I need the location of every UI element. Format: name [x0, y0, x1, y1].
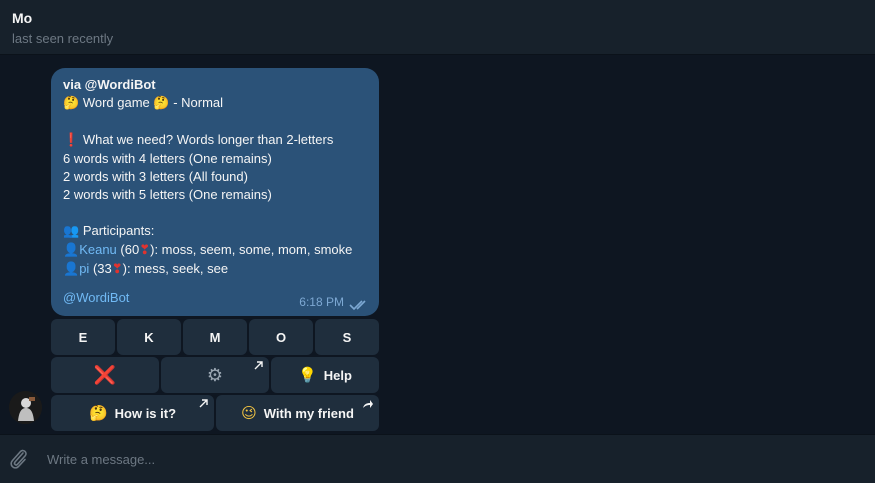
letter-key-s[interactable]: S: [315, 319, 379, 355]
participant-name-link[interactable]: pi: [79, 261, 89, 276]
how-is-it-button[interactable]: 🤔 How is it?: [51, 395, 214, 431]
bot-username-link[interactable]: @WordiBot: [63, 289, 129, 307]
settings-button[interactable]: ⚙: [161, 357, 269, 393]
letter-key-e[interactable]: E: [51, 319, 115, 355]
participants-icon: 👥: [63, 224, 80, 239]
letter-key-k[interactable]: K: [117, 319, 181, 355]
with-my-friend-label: With my friend: [263, 405, 354, 421]
thinking-face-icon: 🤔: [153, 96, 170, 111]
message-input[interactable]: [47, 449, 827, 469]
winking-face-icon: 😉: [241, 404, 257, 422]
user-icon: 👤: [63, 262, 80, 277]
share-arrow-icon: [363, 400, 373, 408]
key-label: O: [275, 329, 287, 345]
participants-heading: 👥 Participants:: [63, 222, 367, 241]
requirement-line: 2 words with 5 letters (One remains): [63, 187, 272, 202]
user-icon: 👤: [63, 243, 80, 258]
thinking-face-icon: 🤔: [88, 404, 108, 422]
avatar-image: [9, 391, 42, 424]
key-label: S: [342, 329, 352, 345]
participant-score: (33: [92, 261, 112, 276]
participant-row: 👤pi (33❣): mess, seek, see: [63, 260, 367, 279]
arrow-up-right-icon: [254, 361, 263, 370]
help-button[interactable]: 💡 Help: [271, 357, 379, 393]
game-title-text: Word game: [82, 95, 150, 110]
help-label: Help: [323, 367, 352, 383]
requirement-heading-text: What we need? Words longer than 2-letter…: [82, 132, 334, 147]
via-bot-link[interactable]: via @WordiBot: [63, 76, 367, 94]
light-bulb-icon: 💡: [298, 366, 317, 384]
letter-key-o[interactable]: O: [249, 319, 313, 355]
participant-row: 👤Keanu (60❣): moss, seem, some, mom, smo…: [63, 241, 367, 260]
participant-score: (60: [120, 242, 140, 257]
gear-icon: ⚙: [206, 364, 224, 386]
heart-exclamation-icon: ❣: [139, 243, 151, 258]
game-mode: - Normal: [173, 95, 224, 110]
avatar[interactable]: [9, 391, 42, 424]
key-label: E: [78, 329, 88, 345]
thinking-face-icon: 🤔: [63, 96, 80, 111]
letter-key-m[interactable]: M: [183, 319, 247, 355]
participant-words: ): mess, seek, see: [122, 261, 229, 276]
with-my-friend-button[interactable]: 😉 With my friend: [216, 395, 379, 431]
message-bubble: via @WordiBot 🤔 Word game 🤔 - Normal ❗ W…: [51, 68, 379, 316]
requirement-line: 2 words with 3 letters (All found): [63, 169, 248, 184]
message-time: 6:18 PM: [299, 295, 344, 309]
key-label: K: [144, 329, 154, 345]
how-is-it-label: How is it?: [114, 405, 177, 421]
key-label: M: [209, 329, 221, 345]
participant-words: ): moss, seem, some, mom, smoke: [150, 242, 353, 257]
cross-icon: ❌: [93, 364, 117, 386]
participant-name-link[interactable]: Keanu: [79, 242, 117, 257]
arrow-up-right-icon: [199, 399, 208, 408]
exclamation-icon: ❗: [63, 133, 80, 148]
paperclip-icon[interactable]: [8, 447, 30, 471]
chat-header[interactable]: Mo last seen recently: [0, 0, 875, 55]
contact-status: last seen recently: [12, 31, 114, 46]
participants-label: Participants:: [82, 223, 155, 238]
double-check-icon: [349, 300, 366, 311]
cancel-button[interactable]: ❌: [51, 357, 159, 393]
heart-exclamation-icon: ❣: [111, 262, 123, 277]
message-composer: [0, 434, 875, 483]
requirement-line: 6 words with 4 letters (One remains): [63, 151, 272, 166]
requirement-heading: ❗ What we need? Words longer than 2-lett…: [63, 131, 367, 150]
contact-name[interactable]: Mo: [12, 10, 32, 26]
game-title: 🤔 Word game 🤔 - Normal: [63, 94, 367, 113]
